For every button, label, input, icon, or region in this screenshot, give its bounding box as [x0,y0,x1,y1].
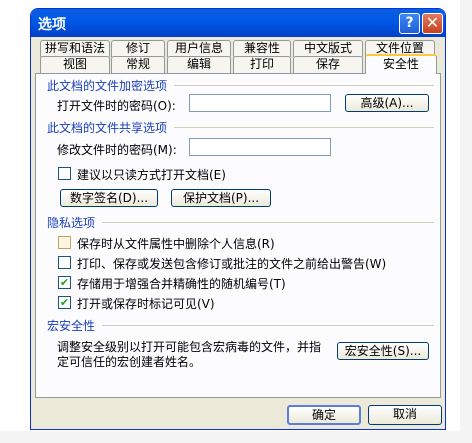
section-divider [102,325,434,326]
tab-strip: 拼写和语法 修订 用户信息 兼容性 中文版式 文件位置 视图 常规 编辑 打印 … [31,37,445,74]
random-number-checkbox[interactable]: ✔ [58,276,71,289]
security-panel: 此文档的文件加密选项 打开文件时的密码(O): 高级(A)... 此文档的文件共… [35,73,441,398]
tab-print[interactable]: 打印 [233,56,291,73]
close-button[interactable]: ✕ [422,13,443,34]
warn-before-print-label[interactable]: 打印、保存或发送包含修订或批注的文件之前给出警告(W) [77,255,386,272]
tab-edit[interactable]: 编辑 [167,56,231,73]
open-password-input[interactable] [189,94,331,112]
section-divider [174,127,434,128]
random-number-label[interactable]: 存储用于增强合并精确性的随机编号(T) [77,275,286,292]
tab-spelling-grammar[interactable]: 拼写和语法 [40,40,110,57]
help-button[interactable]: ? [399,13,420,34]
privacy-section-title: 隐私选项 [47,216,96,230]
cancel-button[interactable]: 取消 [368,405,442,425]
section-divider [174,85,434,86]
macro-section-title: 宏安全性 [47,319,96,333]
remove-personal-info-checkbox[interactable] [58,236,71,249]
tab-track-changes[interactable]: 修订 [111,40,165,57]
encryption-section-title: 此文档的文件加密选项 [47,79,168,93]
digital-signature-button[interactable]: 数字签名(D)... [60,189,158,207]
tab-save[interactable]: 保存 [293,56,363,73]
tab-security[interactable]: 安全性 [365,54,437,74]
read-only-checkbox[interactable] [58,167,71,180]
ok-button[interactable]: 确定 [287,405,361,425]
open-password-label: 打开文件时的密码(O): [57,99,176,113]
protect-document-button[interactable]: 保护文档(P)... [171,189,271,207]
sharing-section-title: 此文档的文件共享选项 [47,121,168,135]
markup-visible-label[interactable]: 打开或保存时标记可见(V) [77,295,215,312]
tab-compatibility[interactable]: 兼容性 [233,40,291,57]
tab-asian-typography[interactable]: 中文版式 [293,40,363,57]
window-shadow-right [460,0,472,443]
read-only-label[interactable]: 建议以只读方式打开文档(E) [77,166,226,183]
dialog-title: 选项 [38,17,66,33]
remove-personal-info-label[interactable]: 保存时从文件属性中删除个人信息(R) [77,235,275,252]
tab-user-info[interactable]: 用户信息 [167,40,231,57]
warn-before-print-checkbox[interactable] [58,256,71,269]
modify-password-label: 修改文件时的密码(M): [57,143,177,157]
options-dialog: 选项 ? ✕ 拼写和语法 修订 用户信息 兼容性 中文版式 文件位置 视图 常规… [30,8,446,430]
title-bar[interactable]: 选项 ? ✕ [31,9,445,37]
advanced-button[interactable]: 高级(A)... [345,94,429,112]
tab-general[interactable]: 常规 [111,56,165,73]
window-shadow-bottom [0,431,472,443]
macro-description-line2: 定可信任的宏创建者姓名。 [57,355,202,369]
tab-view[interactable]: 视图 [40,56,110,73]
markup-visible-checkbox[interactable]: ✔ [58,296,71,309]
macro-security-button[interactable]: 宏安全性(S)... [337,342,429,360]
section-divider [102,222,434,223]
modify-password-input[interactable] [189,138,331,156]
